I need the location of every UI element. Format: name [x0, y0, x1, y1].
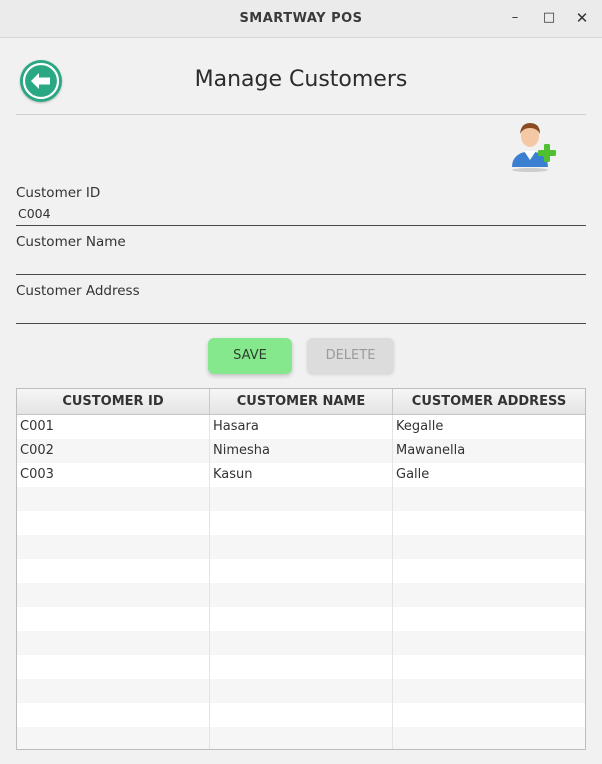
empty-cell — [210, 607, 393, 631]
empty-cell — [17, 583, 210, 607]
empty-table-row — [17, 679, 585, 703]
table-body: C001 Hasara Kegalle C002 Nimesha Mawanel… — [17, 415, 585, 749]
empty-table-row — [17, 583, 585, 607]
cell-customer-address: Mawanella — [396, 443, 466, 458]
empty-cell — [17, 727, 210, 749]
table-row[interactable]: C002 Nimesha Mawanella — [17, 439, 585, 463]
column-header-customer-id[interactable]: CUSTOMER ID — [17, 389, 210, 414]
empty-cell — [17, 679, 210, 703]
customer-address-underline — [16, 323, 586, 324]
empty-table-row — [17, 727, 585, 749]
add-user-icon[interactable] — [508, 120, 558, 172]
close-button[interactable]: ✕ — [572, 8, 592, 28]
empty-table-row — [17, 535, 585, 559]
empty-cell — [393, 631, 585, 655]
delete-button[interactable]: DELETE — [307, 338, 394, 374]
empty-table-row — [17, 487, 585, 511]
empty-cell — [210, 655, 393, 679]
empty-cell — [17, 511, 210, 535]
cell-customer-name: Kasun — [210, 463, 393, 487]
cell-customer-address: Galle — [396, 467, 430, 482]
cell-customer-id: C003 — [17, 463, 210, 487]
save-button[interactable]: SAVE — [208, 338, 292, 374]
empty-cell — [210, 559, 393, 583]
empty-cell — [210, 511, 393, 535]
empty-cell — [210, 703, 393, 727]
empty-cell — [393, 703, 585, 727]
title-bar: SMARTWAY POS – □ ✕ — [0, 0, 602, 38]
cell-customer-id: C001 — [17, 415, 210, 439]
empty-cell — [393, 655, 585, 679]
empty-table-row — [17, 511, 585, 535]
empty-table-row — [17, 559, 585, 583]
cell-customer-name: Nimesha — [210, 439, 393, 463]
header-divider — [16, 114, 586, 115]
empty-table-row — [17, 631, 585, 655]
table-row[interactable]: C003 Kasun Galle — [17, 463, 585, 487]
cell-customer-address: Kegalle — [396, 419, 444, 434]
table-row[interactable]: C001 Hasara Kegalle — [17, 415, 585, 439]
column-header-customer-address[interactable]: CUSTOMER ADDRESS — [393, 389, 585, 414]
customer-table[interactable]: CUSTOMER ID CUSTOMER NAME CUSTOMER ADDRE… — [16, 388, 586, 750]
cell-customer-id: C002 — [17, 439, 210, 463]
empty-cell — [17, 655, 210, 679]
empty-cell — [210, 679, 393, 703]
customer-name-underline — [16, 274, 586, 275]
empty-cell — [17, 631, 210, 655]
customer-name-label: Customer Name — [16, 234, 126, 250]
empty-cell — [17, 607, 210, 631]
empty-cell — [210, 535, 393, 559]
column-header-customer-name[interactable]: CUSTOMER NAME — [210, 389, 393, 414]
empty-table-row — [17, 703, 585, 727]
empty-cell — [393, 607, 585, 631]
customer-address-label: Customer Address — [16, 283, 140, 299]
empty-cell — [17, 535, 210, 559]
customer-id-underline — [16, 225, 586, 226]
empty-cell — [393, 511, 585, 535]
empty-cell — [210, 487, 393, 511]
empty-cell — [210, 583, 393, 607]
empty-cell — [17, 487, 210, 511]
empty-cell — [393, 727, 585, 749]
empty-cell — [210, 727, 393, 749]
customer-id-input[interactable]: C004 — [18, 206, 51, 221]
empty-cell — [393, 535, 585, 559]
maximize-button[interactable]: □ — [539, 8, 559, 28]
empty-table-row — [17, 607, 585, 631]
minimize-button[interactable]: – — [505, 8, 525, 28]
empty-cell — [393, 583, 585, 607]
empty-cell — [393, 559, 585, 583]
page-title: Manage Customers — [194, 67, 408, 92]
customer-id-label: Customer ID — [16, 185, 101, 201]
empty-cell — [393, 487, 585, 511]
cell-customer-name: Hasara — [210, 415, 393, 439]
table-header: CUSTOMER ID CUSTOMER NAME CUSTOMER ADDRE… — [17, 389, 585, 415]
empty-cell — [17, 703, 210, 727]
empty-cell — [393, 679, 585, 703]
empty-cell — [210, 631, 393, 655]
empty-cell — [17, 559, 210, 583]
empty-table-row — [17, 655, 585, 679]
